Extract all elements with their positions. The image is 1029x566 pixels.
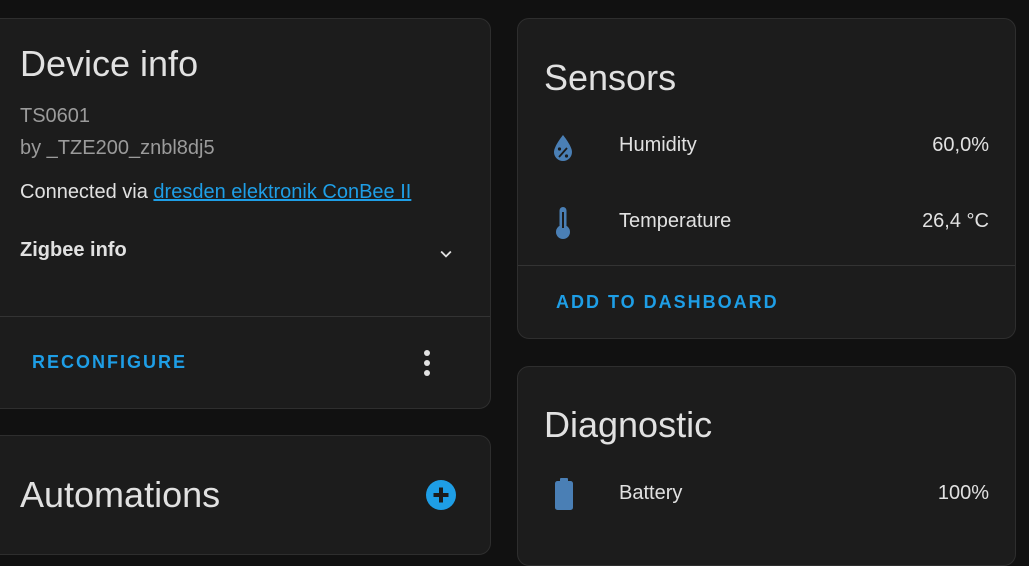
sensor-value: 26,4 °C xyxy=(922,210,989,232)
water-percent-icon xyxy=(554,135,572,161)
reconfigure-button[interactable]: RECONFIGURE xyxy=(32,352,187,373)
sensors-title: Sensors xyxy=(544,57,677,98)
connected-via-link[interactable]: dresden elektronik ConBee II xyxy=(153,181,411,203)
device-model: TS0601 xyxy=(20,105,91,127)
device-info-card: Device info TS0601 by _TZE200_znbl8dj5 C… xyxy=(0,18,491,409)
zigbee-info-toggle[interactable]: Zigbee info xyxy=(20,231,466,273)
thermometer-icon xyxy=(556,207,570,239)
chevron-down-icon xyxy=(440,250,452,258)
sensor-value: 60,0% xyxy=(932,134,989,156)
device-manufacturer: by _TZE200_znbl8dj5 xyxy=(20,137,215,159)
sensor-row-temperature[interactable]: Temperature 26,4 °C xyxy=(518,199,1015,247)
add-automation-icon[interactable] xyxy=(425,479,457,511)
automations-card: Automations xyxy=(0,435,491,555)
more-vertical-icon[interactable] xyxy=(415,349,439,377)
device-info-title: Device info xyxy=(20,43,199,84)
diagnostic-label: Battery xyxy=(619,482,683,504)
diagnostic-title: Diagnostic xyxy=(544,404,713,445)
device-info-divider xyxy=(0,316,490,317)
add-to-dashboard-button[interactable]: ADD TO DASHBOARD xyxy=(556,292,779,313)
automations-title: Automations xyxy=(20,474,221,515)
sensors-divider xyxy=(518,265,1015,266)
battery-icon xyxy=(555,478,573,510)
diagnostic-card: Diagnostic Battery 100% xyxy=(517,366,1016,566)
sensors-card: Sensors Humidity 60,0% Temperature 26,4 … xyxy=(517,18,1016,339)
sensor-label: Humidity xyxy=(619,134,697,156)
sensor-row-humidity[interactable]: Humidity 60,0% xyxy=(518,123,1015,171)
diagnostic-value: 100% xyxy=(937,482,989,504)
zigbee-info-label: Zigbee info xyxy=(20,239,127,261)
sensor-label: Temperature xyxy=(619,210,732,232)
connected-via-text: Connected via dresden elektronik ConBee … xyxy=(20,181,411,204)
connected-via-prefix: Connected via xyxy=(20,181,154,203)
diagnostic-row-battery[interactable]: Battery 100% xyxy=(518,469,1015,517)
